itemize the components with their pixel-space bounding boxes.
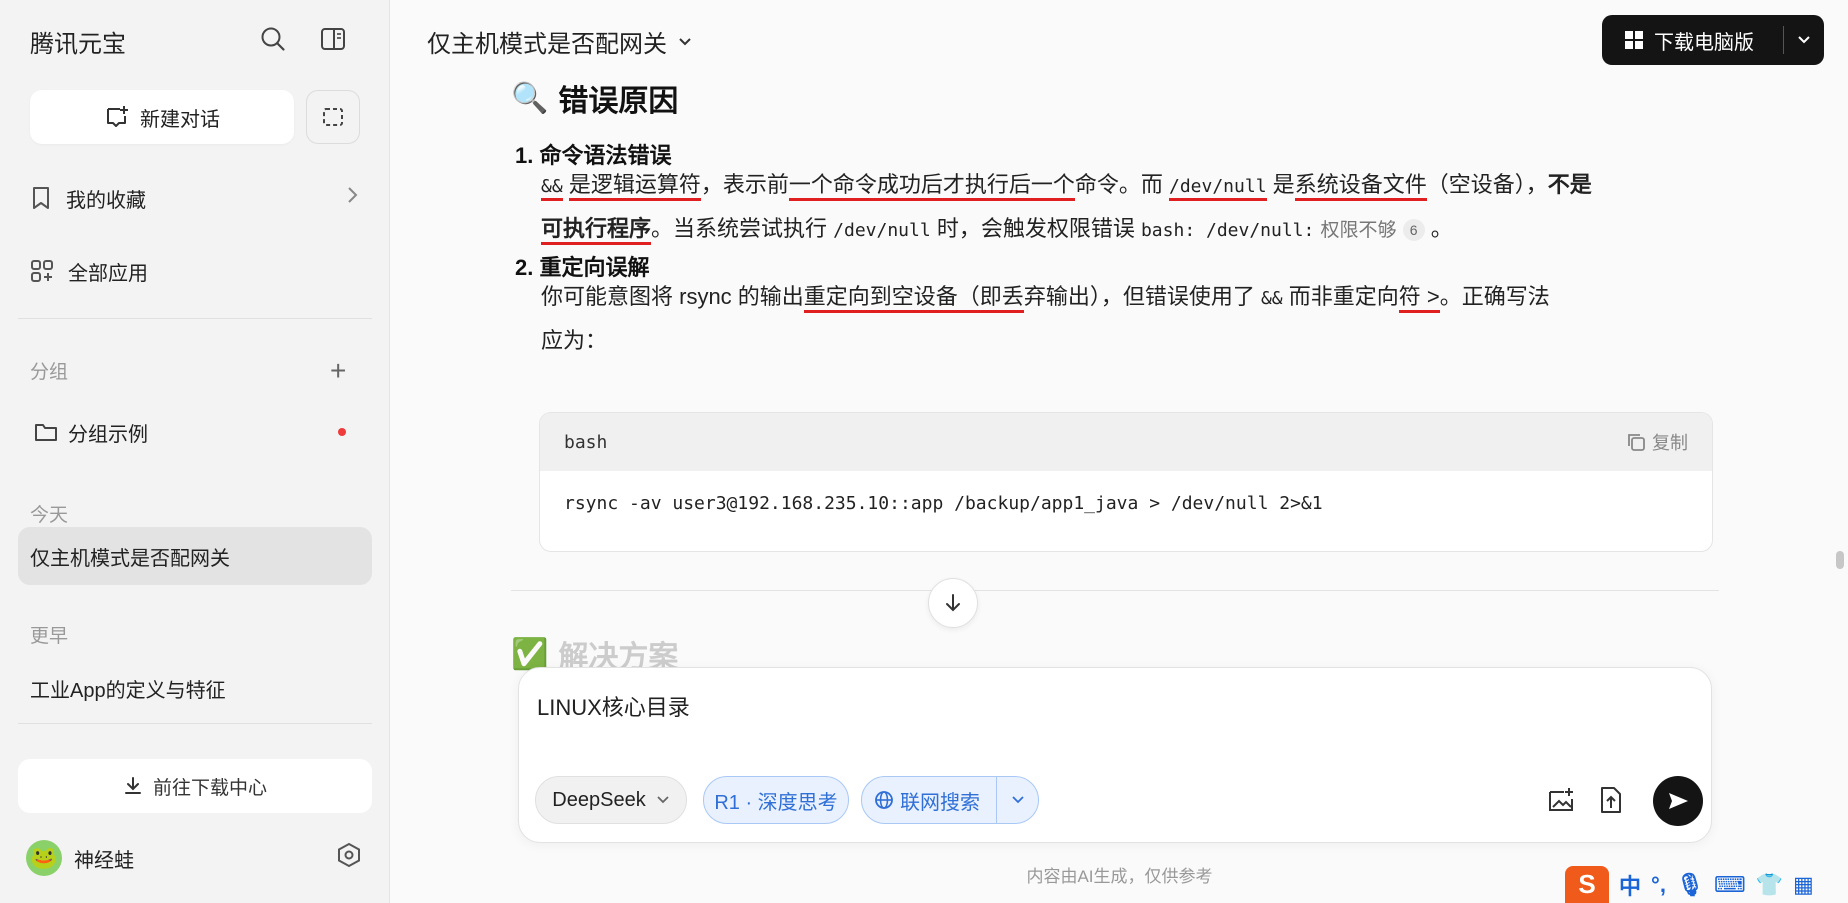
- sidebar-toggle-icon[interactable]: [316, 22, 350, 56]
- chevron-down-icon[interactable]: [1784, 34, 1824, 46]
- code-line: rsync -av user3@192.168.235.10::app /bac…: [564, 493, 1323, 514]
- user-profile[interactable]: 🐸 神经蛙: [26, 836, 362, 880]
- apps-icon: [31, 260, 53, 282]
- download-icon: [124, 777, 141, 794]
- globe-icon: [875, 791, 893, 809]
- new-chat-label: 新建对话: [140, 108, 220, 131]
- toolbox-icon[interactable]: ▦: [1793, 872, 1814, 898]
- deep-think-toggle[interactable]: R1 · 深度思考: [703, 776, 849, 824]
- group-section-label: 分组: [30, 362, 69, 383]
- sidebar-item-label: 全部应用: [68, 262, 148, 285]
- skin-icon[interactable]: 👕: [1756, 872, 1783, 898]
- web-search-toggle[interactable]: 联网搜索: [861, 776, 1039, 824]
- divider: [18, 723, 372, 724]
- settings-icon[interactable]: [336, 842, 362, 874]
- code-block: bash 复制 rsync -av user3@192.168.235.10::…: [539, 412, 1713, 552]
- sogou-logo-icon: S: [1565, 866, 1609, 903]
- conversation-title[interactable]: 仅主机模式是否配网关: [427, 24, 693, 59]
- ime-toolbar[interactable]: S 中 °, 🎙 ⌨ 👕 ▦: [1565, 866, 1814, 903]
- brand-name: 腾讯元宝: [30, 31, 126, 58]
- today-section-label: 今天: [30, 505, 69, 526]
- image-upload-icon[interactable]: [1541, 780, 1581, 820]
- new-chat-button[interactable]: 新建对话: [30, 90, 294, 144]
- main-panel: 仅主机模式是否配网关 下载电脑版 🔍 错误原因 1. 命令语法错误 && 是逻辑…: [391, 0, 1848, 903]
- chevron-down-icon: [657, 796, 669, 804]
- sidebar-item-all-apps[interactable]: 全部应用: [30, 249, 360, 293]
- conversation-item[interactable]: 仅主机模式是否配网关: [18, 527, 372, 585]
- chevron-down-icon: [679, 37, 691, 45]
- add-group-icon[interactable]: +: [330, 355, 346, 387]
- sidebar-item-favorites[interactable]: 我的收藏: [30, 176, 360, 220]
- screenshot-button[interactable]: [306, 90, 360, 144]
- reference-badge[interactable]: 6: [1402, 219, 1425, 242]
- send-icon: [1669, 793, 1688, 809]
- new-chat-icon: [107, 106, 128, 127]
- model-select[interactable]: DeepSeek: [535, 776, 687, 824]
- divider: [511, 590, 1719, 591]
- bookmark-icon: [33, 187, 49, 209]
- message-input[interactable]: LINUX核心目录: [537, 690, 690, 722]
- file-upload-icon[interactable]: [1591, 780, 1631, 820]
- sidebar-item-label: 我的收藏: [66, 189, 146, 212]
- earlier-section-label: 更早: [30, 626, 69, 647]
- keyboard-icon[interactable]: ⌨: [1714, 872, 1746, 898]
- download-center-button[interactable]: 前往下载中心: [18, 759, 372, 813]
- conversation-item[interactable]: 工业App的定义与特征: [18, 659, 372, 717]
- list-item-body: && 是逻辑运算符，表示前一个命令成功后才执行后一个命令。而 /dev/null…: [541, 164, 1651, 252]
- arrow-down-icon: [946, 594, 960, 612]
- download-desktop-button[interactable]: 下载电脑版: [1602, 15, 1824, 65]
- user-name: 神经蛙: [74, 849, 134, 872]
- windows-icon: [1625, 31, 1643, 49]
- avatar: 🐸: [26, 840, 62, 876]
- screenshot-icon: [323, 108, 343, 126]
- magnifier-icon: 🔍: [511, 81, 549, 115]
- scroll-to-bottom-button[interactable]: [928, 578, 978, 628]
- list-item-body: 你可能意图将 rsync 的输出重定向到空设备（即丢弃输出），但错误使用了 &&…: [541, 284, 1550, 353]
- punctuation-icon[interactable]: °,: [1651, 872, 1666, 898]
- folder-icon: [35, 424, 57, 441]
- sidebar-item-group-example[interactable]: 分组示例: [34, 414, 354, 450]
- chevron-down-icon[interactable]: [996, 777, 1038, 823]
- scrollbar-thumb[interactable]: [1836, 551, 1844, 569]
- send-button[interactable]: [1653, 776, 1703, 826]
- search-icon[interactable]: [256, 22, 290, 56]
- microphone-icon[interactable]: 🎙: [1676, 872, 1704, 898]
- message-composer[interactable]: LINUX核心目录 DeepSeek R1 · 深度思考 联网搜索: [518, 667, 1712, 843]
- sidebar: 腾讯元宝 新建对话 我的收藏 全部应用 分组 + 分组示例 今天 仅主机模式是否…: [0, 0, 390, 903]
- ime-language[interactable]: 中: [1619, 869, 1641, 901]
- group-item-label: 分组示例: [68, 423, 148, 446]
- divider: [18, 318, 372, 319]
- section-heading: 🔍 错误原因: [511, 81, 679, 119]
- copy-icon: [1628, 434, 1645, 451]
- unread-dot: [338, 428, 346, 436]
- code-language: bash: [564, 431, 608, 453]
- chevron-right-icon: [346, 185, 360, 211]
- copy-button[interactable]: 复制: [1626, 429, 1688, 455]
